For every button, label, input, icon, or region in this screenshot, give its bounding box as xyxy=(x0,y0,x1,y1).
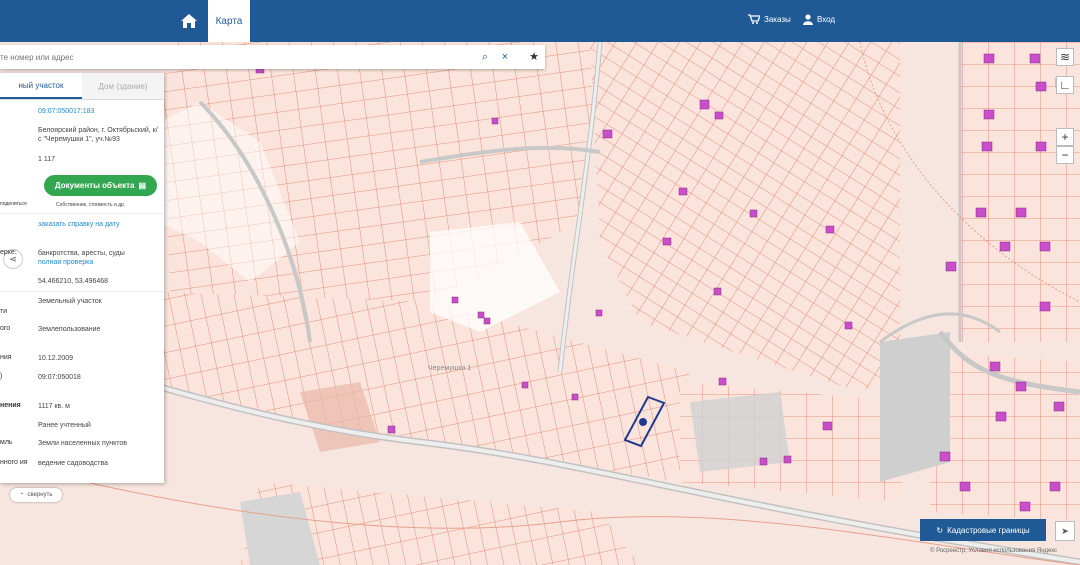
search-icon[interactable]: ⌕ xyxy=(478,50,492,64)
layers-icon[interactable]: ≋ xyxy=(1056,48,1074,66)
locate-icon[interactable]: ➤ xyxy=(1055,521,1075,541)
document-icon: ▤ xyxy=(138,181,147,190)
object-kind-label: ого xyxy=(0,325,11,332)
share-label: поделиться xyxy=(0,201,27,207)
search-input[interactable] xyxy=(0,45,470,69)
object-type-label: ти xyxy=(0,308,8,315)
panel-tabs: ный участок Дом (здание) xyxy=(0,73,164,100)
quarter-value: 09:07:050018 xyxy=(38,374,81,381)
cart-icon xyxy=(748,14,760,24)
zoom-in-button[interactable]: + xyxy=(1056,128,1074,146)
object-kind-value: Землепользование xyxy=(38,326,101,333)
login-label: Вход xyxy=(817,15,836,24)
area-label: нения xyxy=(0,402,21,409)
object-type-value: Земельный участок xyxy=(38,298,102,305)
user-icon xyxy=(803,14,813,25)
category-label: мль xyxy=(0,439,13,446)
permitted-use-value: ведение садоводства xyxy=(38,460,109,467)
category-value: Земли населенных пунктов xyxy=(38,440,128,447)
area-value: 1117 кв. м xyxy=(38,403,70,410)
tab-building[interactable]: Дом (здание) xyxy=(82,73,164,99)
cadastral-number[interactable]: 09:07:050017:183 xyxy=(38,107,160,116)
map-street-label: Черемушки 1 xyxy=(428,365,472,372)
documents-button-label: Документы объекта xyxy=(54,181,135,190)
top-navigation-bar: Карта Заказы Вход xyxy=(0,0,1080,42)
orders-label: Заказы xyxy=(764,14,791,24)
star-icon[interactable]: ★ xyxy=(527,50,541,64)
order-certificate-link[interactable]: заказать справку на дату xyxy=(38,220,160,229)
cadastral-borders-label: Кадастровые границы xyxy=(947,525,1030,535)
quarter-label: ) xyxy=(0,373,3,380)
cadastral-borders-button[interactable]: ↻ Кадастровые границы xyxy=(920,519,1046,541)
login-link[interactable]: Вход xyxy=(803,14,835,25)
area-short-value: 1 117 xyxy=(38,156,55,163)
map-copyright: © Росреестр, Условия использования Яндек… xyxy=(930,548,1058,554)
search-bar: ⌕ × ★ xyxy=(0,45,545,69)
home-icon[interactable] xyxy=(178,10,200,32)
orders-link[interactable]: Заказы xyxy=(748,14,791,24)
full-check-link[interactable]: полная проверка xyxy=(38,258,160,267)
permitted-use-label: нного ия xyxy=(0,459,28,466)
collapse-panel-button[interactable]: ⌃ свернуть xyxy=(10,488,62,502)
registration-date-label: ния xyxy=(0,354,12,361)
address-value: Белоярский район, г. Октябрьский, к/с "Ч… xyxy=(38,127,158,143)
documents-caption: Собственник, стоимость и др. xyxy=(56,202,126,208)
registration-date-value: 10.12.2009 xyxy=(38,355,74,362)
ruler-icon[interactable]: ∟ xyxy=(1056,76,1074,94)
zoom-out-button[interactable]: − xyxy=(1056,146,1074,164)
chevron-up-icon: ⌃ xyxy=(19,492,25,499)
documents-button[interactable]: Документы объекта ▤ xyxy=(44,175,157,196)
check-value: банкротства, аресты, суды xyxy=(38,250,125,257)
refresh-icon: ↻ xyxy=(936,525,944,535)
check-label: ерке: xyxy=(0,249,17,256)
coordinates-value: 54.466210, 53.496468 xyxy=(38,278,109,285)
tab-land-plot[interactable]: ный участок xyxy=(0,73,82,99)
tab-map[interactable]: Карта xyxy=(208,0,250,42)
object-info-panel: ный участок Дом (здание) 09:07:050017:18… xyxy=(0,73,164,483)
status-value: Ранее учтенный xyxy=(38,422,91,429)
collapse-panel-label: свернуть xyxy=(27,492,53,498)
close-icon[interactable]: × xyxy=(498,50,512,64)
